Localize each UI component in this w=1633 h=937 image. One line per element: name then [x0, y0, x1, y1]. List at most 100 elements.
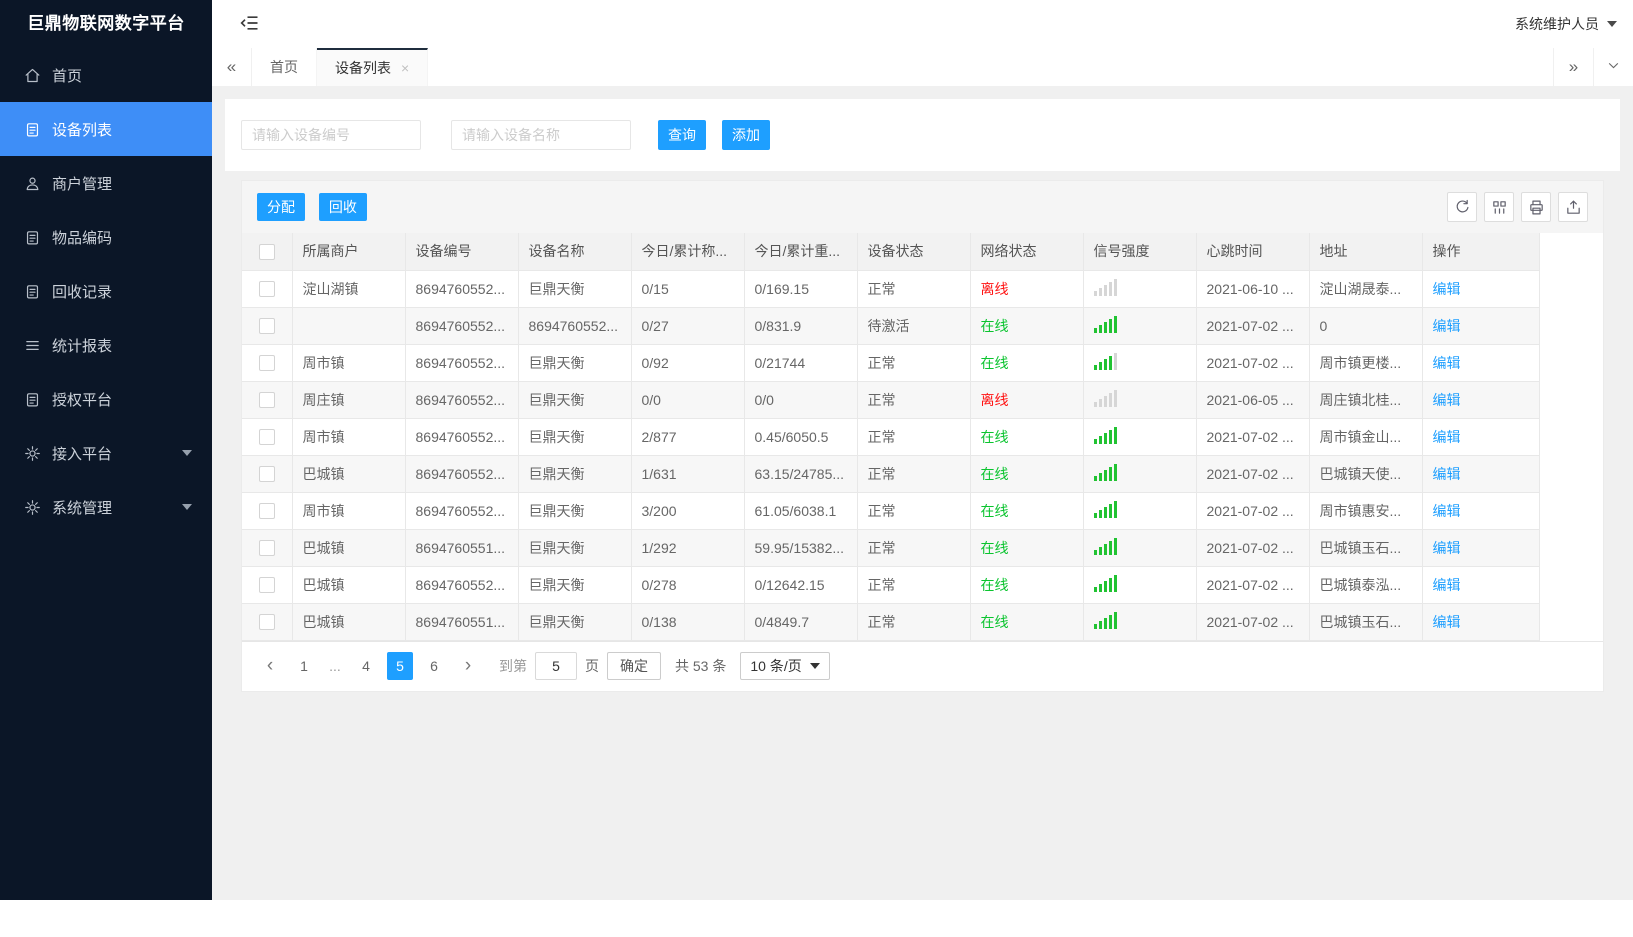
- device-name-cell: 巨鼎天衡: [517, 270, 632, 308]
- address-cell: 周市镇金山...: [1308, 418, 1423, 456]
- heartbeat-time-cell: 2021-07-02 ...: [1195, 455, 1310, 493]
- device-no-cell: 8694760552...: [404, 344, 519, 382]
- device-no-cell: 8694760552...: [404, 566, 519, 604]
- edit-link[interactable]: 编辑: [1433, 318, 1461, 334]
- sidebar-item-merchant-management[interactable]: 商户管理: [0, 156, 212, 210]
- device-name-cell: 巨鼎天衡: [517, 455, 632, 493]
- page-button-1[interactable]: 1: [291, 652, 317, 680]
- select-row-checkbox[interactable]: [258, 466, 275, 483]
- table-row: 周市镇 8694760552... 巨鼎天衡 0/92 0/21744 正常 在线 2021-…: [242, 344, 1540, 382]
- edit-link[interactable]: 编辑: [1433, 355, 1461, 371]
- column-header: 信号强度: [1082, 233, 1197, 271]
- network-status-cell: 在线: [969, 492, 1084, 530]
- sidebar-collapse-button[interactable]: [240, 12, 264, 36]
- home-icon: [24, 67, 41, 84]
- tabs-menu-button[interactable]: [1593, 48, 1633, 86]
- device-name-input[interactable]: [451, 120, 631, 150]
- user-menu[interactable]: 系统维护人员: [1515, 14, 1617, 34]
- operation-cell: 编辑: [1421, 307, 1540, 345]
- today-total-count-cell: 0/0: [630, 381, 745, 419]
- prev-page-button[interactable]: ‹: [257, 652, 283, 680]
- operation-cell: 编辑: [1421, 344, 1540, 382]
- heartbeat-time-cell: 2021-06-05 ...: [1195, 381, 1310, 419]
- sidebar-item-recycle-records[interactable]: 回收记录: [0, 264, 212, 318]
- merchant-cell: 周市镇: [291, 418, 406, 456]
- sidebar-item-label: 系统管理: [52, 499, 113, 517]
- select-row-checkbox[interactable]: [258, 281, 275, 298]
- tab-close-icon[interactable]: ×: [401, 60, 409, 76]
- sidebar-item-system-management[interactable]: 系统管理: [0, 480, 212, 534]
- goto-page-input[interactable]: [535, 652, 577, 680]
- select-row-checkbox[interactable]: [258, 318, 275, 335]
- edit-link[interactable]: 编辑: [1433, 577, 1461, 593]
- page-size-value: 10 条/页: [750, 658, 802, 674]
- select-row-checkbox[interactable]: [258, 392, 275, 409]
- edit-link[interactable]: 编辑: [1433, 503, 1461, 519]
- sidebar-item-access-platform[interactable]: 接入平台: [0, 426, 212, 480]
- column-header: 设备状态: [856, 233, 971, 271]
- select-row-checkbox[interactable]: [258, 577, 275, 594]
- address-cell: 周庄镇北桂...: [1308, 381, 1423, 419]
- select-row-checkbox[interactable]: [258, 614, 275, 631]
- select-row-checkbox[interactable]: [258, 503, 275, 520]
- page-size-select[interactable]: 10 条/页: [740, 652, 830, 680]
- today-total-weight-cell: 59.95/15382...: [743, 529, 858, 567]
- address-cell: 巴城镇泰泓...: [1308, 566, 1423, 604]
- signal-strength-cell: [1082, 381, 1197, 419]
- print-button[interactable]: [1521, 192, 1551, 222]
- signal-bars-icon: [1093, 463, 1117, 481]
- tabs-scroll-left-button[interactable]: «: [212, 48, 252, 86]
- recycle-button[interactable]: 回收: [318, 193, 367, 221]
- edit-link[interactable]: 编辑: [1433, 466, 1461, 482]
- select-row-checkbox[interactable]: [258, 429, 275, 446]
- operation-cell: 编辑: [1421, 418, 1540, 456]
- sidebar-item-item-code[interactable]: 物品编码: [0, 210, 212, 264]
- sidebar-item-authorization-platform[interactable]: 授权平台: [0, 372, 212, 426]
- select-all-checkbox[interactable]: [258, 243, 275, 260]
- signal-strength-cell: [1082, 418, 1197, 456]
- edit-link[interactable]: 编辑: [1433, 429, 1461, 445]
- device-no-cell: 8694760552...: [404, 455, 519, 493]
- next-page-button[interactable]: ›: [455, 652, 481, 680]
- network-status-cell: 离线: [969, 381, 1084, 419]
- toolbar-actions: 分配 回收: [257, 193, 367, 221]
- network-status-badge: 离线: [980, 280, 1009, 297]
- page-button-5[interactable]: 5: [387, 652, 413, 680]
- select-row-checkbox[interactable]: [258, 355, 275, 372]
- sidebar-item-device-list[interactable]: 设备列表: [0, 102, 212, 156]
- search-panel: 查询 添加: [225, 99, 1620, 171]
- tab-device-list[interactable]: 设备列表 ×: [317, 48, 429, 86]
- edit-link[interactable]: 编辑: [1433, 540, 1461, 556]
- tabs-scroll-right-button[interactable]: »: [1553, 48, 1593, 86]
- edit-link[interactable]: 编辑: [1433, 614, 1461, 630]
- device-status-cell: 正常: [856, 418, 971, 456]
- goto-confirm-button[interactable]: 确定: [607, 652, 661, 680]
- export-button[interactable]: [1558, 192, 1588, 222]
- sidebar-item-statistics-report[interactable]: 统计报表: [0, 318, 212, 372]
- today-total-count-cell: 1/631: [630, 455, 745, 493]
- device-name-cell: 巨鼎天衡: [517, 566, 632, 604]
- select-cell: [242, 603, 293, 641]
- edit-link[interactable]: 编辑: [1433, 392, 1461, 408]
- device-no-input[interactable]: [241, 120, 421, 150]
- add-button[interactable]: 添加: [722, 120, 770, 150]
- query-button[interactable]: 查询: [658, 120, 706, 150]
- signal-bars-icon: [1093, 537, 1117, 555]
- column-header: 网络状态: [969, 233, 1084, 271]
- today-total-weight-cell: 0.45/6050.5: [743, 418, 858, 456]
- app-root: 巨鼎物联网数字平台 首页 设备列表 商户管理 物品编码 回收记录 统计报表 授权平台 接入平台…: [0, 0, 1633, 900]
- sidebar-item-home[interactable]: 首页: [0, 48, 212, 102]
- select-row-checkbox[interactable]: [258, 540, 275, 557]
- page-button-6[interactable]: 6: [421, 652, 447, 680]
- tab-home[interactable]: 首页: [252, 48, 317, 86]
- columns-filter-button[interactable]: [1484, 192, 1514, 222]
- signal-strength-cell: [1082, 344, 1197, 382]
- address-cell: 巴城镇玉石...: [1308, 603, 1423, 641]
- edit-link[interactable]: 编辑: [1433, 281, 1461, 297]
- refresh-button[interactable]: [1447, 192, 1477, 222]
- network-status-cell: 在线: [969, 307, 1084, 345]
- today-total-count-cell: 0/92: [630, 344, 745, 382]
- assign-button[interactable]: 分配: [257, 193, 305, 221]
- signal-bars-icon: [1093, 426, 1117, 444]
- page-button-4[interactable]: 4: [353, 652, 379, 680]
